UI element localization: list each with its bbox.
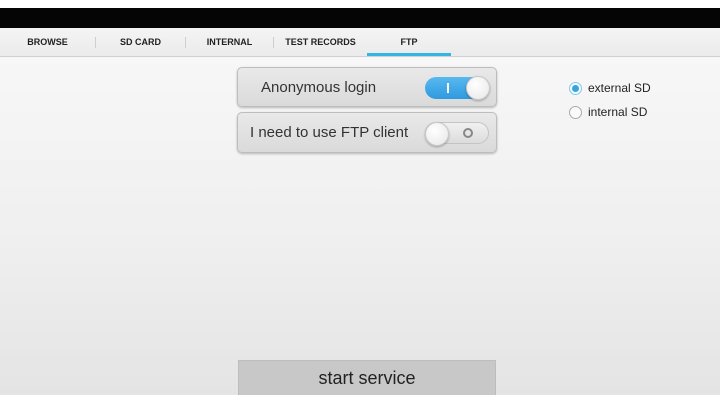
tab-internal[interactable]: INTERNAL [186,28,273,56]
anonymous-login-row: Anonymous login [237,67,497,107]
radio-checked-icon[interactable] [569,81,582,95]
tab-browse[interactable]: BROWSE [0,28,95,56]
external-sd-option[interactable]: external SD [569,80,651,96]
tab-ftp[interactable]: FTP [367,28,451,56]
toggle-off-mark-icon [463,128,473,138]
internal-sd-option[interactable]: internal SD [569,104,647,120]
tab-sd-card[interactable]: SD CARD [96,28,185,56]
active-tab-indicator [367,53,451,56]
status-bar [0,8,720,28]
start-service-button[interactable]: start service [238,360,496,395]
radio-unchecked-icon[interactable] [569,105,582,119]
top-strip [0,0,720,8]
toggle-on-mark-icon [447,83,449,93]
ftp-client-row: I need to use FTP client [237,112,497,153]
tab-bar: BROWSE SD CARD INTERNAL TEST RECORDS FTP [0,28,720,57]
anonymous-login-label: Anonymous login [261,78,377,96]
internal-sd-label: internal SD [588,105,648,119]
toggle-knob [425,122,449,146]
external-sd-label: external SD [588,81,651,95]
tab-test-records[interactable]: TEST RECORDS [274,28,367,56]
anonymous-login-toggle[interactable] [425,76,490,100]
ftp-client-label: I need to use FTP client [250,124,409,141]
toggle-knob [466,76,490,100]
ftp-client-toggle[interactable] [425,122,489,146]
